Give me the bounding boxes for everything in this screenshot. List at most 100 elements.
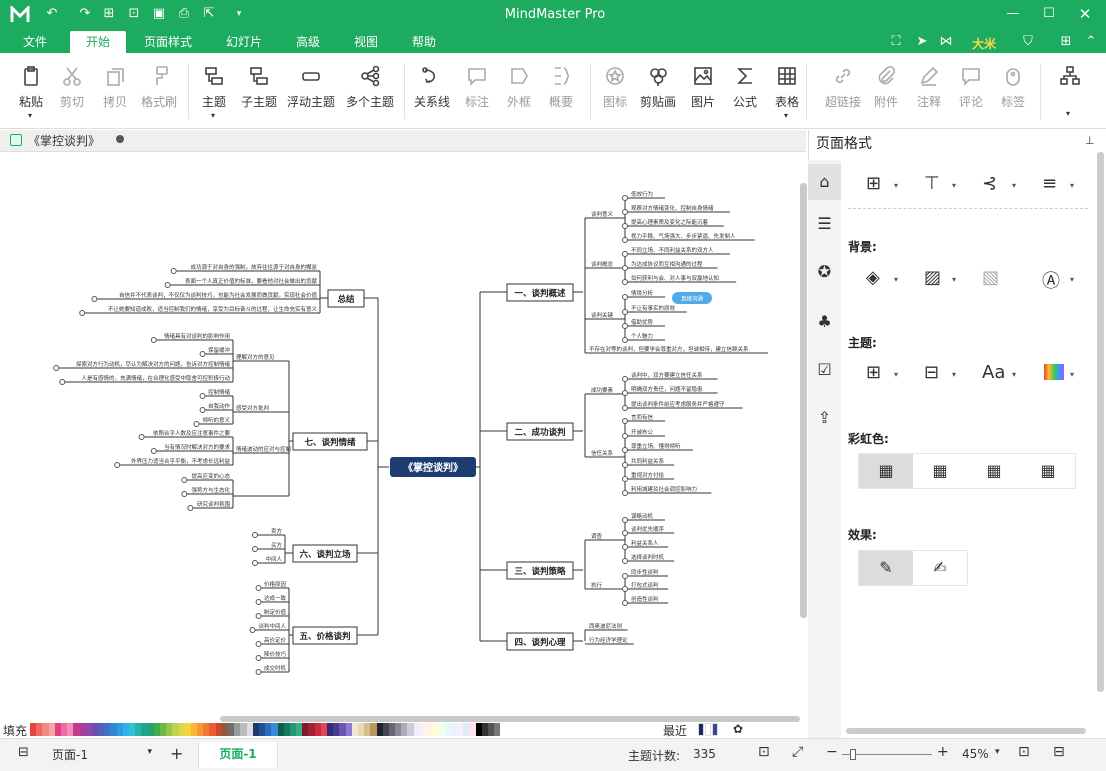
zoom-out-icon[interactable]: − — [826, 744, 838, 760]
collapse-toggle[interactable] — [91, 296, 98, 302]
layout-tree-icon[interactable]: ⊤ — [924, 173, 946, 195]
quick-access-more-icon[interactable]: ▾ — [231, 6, 247, 22]
zoom-slider[interactable] — [842, 749, 932, 760]
tag-button[interactable]: 标签 — [983, 61, 1043, 121]
fullscreen-status-icon[interactable]: ⊟ — [1053, 744, 1065, 760]
recent-color-swatch[interactable] — [698, 723, 704, 736]
menu-home[interactable]: 开始 — [70, 31, 126, 53]
collapse-toggle[interactable] — [622, 390, 628, 396]
bg-image-icon[interactable]: ▨ — [924, 267, 946, 289]
collapse-toggle[interactable] — [622, 447, 628, 453]
collapse-toggle[interactable] — [53, 365, 60, 371]
panel-hscrollbar[interactable] — [846, 728, 1086, 734]
effect-normal-icon[interactable]: ✎ — [859, 551, 913, 585]
collapse-toggle[interactable] — [59, 379, 66, 385]
collapse-toggle[interactable] — [170, 268, 177, 274]
bg-remove-image-icon[interactable]: ▧ — [982, 267, 1004, 289]
collapse-toggle[interactable] — [255, 585, 262, 591]
mindmap-canvas[interactable]: 《掌控谈判》 一、谈判概述 二、成功谈判 三、谈判策略 四、谈判心理 谈判意义 低效行为 观察… — [2, 152, 798, 716]
layout-grid-icon[interactable]: ⊞ — [866, 173, 888, 195]
collapse-toggle[interactable] — [622, 462, 628, 468]
recent-color-swatch[interactable] — [705, 723, 711, 736]
multiple-topics-button[interactable]: 多个主题 — [340, 61, 400, 121]
fit-window-icon[interactable]: ⊡ — [1018, 744, 1030, 760]
user-name[interactable]: 大米 — [972, 35, 996, 52]
menu-page-style[interactable]: 页面样式 — [136, 31, 200, 53]
collapse-toggle[interactable] — [181, 477, 188, 483]
vertical-scrollbar[interactable] — [800, 183, 807, 618]
menu-slides[interactable]: 幻灯片 — [216, 31, 272, 53]
collapse-toggle[interactable] — [255, 613, 262, 619]
collapse-ribbon-icon[interactable]: ⌃ — [1083, 34, 1099, 50]
collapse-toggle[interactable] — [187, 505, 194, 511]
bg-fill-icon[interactable]: ◈ — [866, 267, 888, 289]
collapse-toggle[interactable] — [622, 405, 628, 411]
zoom-in-icon[interactable]: + — [937, 744, 949, 760]
document-tab[interactable]: 《掌控谈判》 — [28, 132, 138, 150]
recent-color-swatch[interactable] — [712, 723, 718, 736]
sidebar-export-icon[interactable]: ⇪ — [808, 408, 841, 438]
collapse-toggle[interactable] — [622, 517, 628, 523]
rainbow-option-1[interactable]: ▦ — [859, 454, 913, 488]
sidebar-clipart-icon[interactable]: ♣ — [808, 312, 841, 342]
layout-button[interactable]: ▾ — [1050, 61, 1090, 121]
collapse-toggle[interactable] — [79, 310, 86, 316]
collapse-toggle[interactable] — [255, 641, 262, 647]
format-painter-button[interactable]: 格式刷 — [129, 61, 189, 121]
menu-view[interactable]: 视图 — [344, 31, 388, 53]
collapse-toggle[interactable] — [622, 586, 628, 592]
redo-icon[interactable]: ↷ — [77, 6, 93, 22]
collapse-toggle[interactable] — [622, 265, 628, 271]
collapse-toggle[interactable] — [255, 669, 262, 675]
minimize-icon[interactable]: — — [1005, 6, 1021, 22]
sidebar-task-icon[interactable]: ☑ — [808, 360, 841, 390]
page-panel-icon[interactable]: ⊟ — [18, 745, 29, 760]
collapse-toggle[interactable] — [199, 351, 206, 357]
color-swatch[interactable] — [494, 723, 501, 736]
save-icon[interactable]: ▣ — [151, 6, 167, 22]
collapse-toggle[interactable] — [114, 462, 121, 468]
collapse-toggle[interactable] — [164, 282, 171, 288]
collapse-toggle[interactable] — [252, 560, 258, 566]
collapse-toggle[interactable] — [622, 209, 628, 215]
collapse-toggle[interactable] — [252, 532, 258, 538]
collapse-toggle[interactable] — [193, 421, 200, 427]
collapse-toggle[interactable] — [622, 530, 628, 536]
collapse-toggle[interactable] — [199, 393, 206, 399]
open-icon[interactable]: ⊡ — [126, 6, 142, 22]
zoom-slider-handle[interactable] — [850, 749, 856, 760]
menu-file[interactable]: 文件 — [14, 31, 56, 53]
connector-icon[interactable]: ⊰ — [982, 173, 1004, 195]
collapse-toggle[interactable] — [622, 251, 628, 257]
collapse-toggle[interactable] — [150, 337, 157, 343]
add-page-icon[interactable]: + — [170, 744, 183, 763]
menu-advanced[interactable]: 高级 — [286, 31, 330, 53]
collapse-toggle[interactable] — [622, 376, 628, 382]
new-icon[interactable]: ⊞ — [101, 6, 117, 22]
undo-icon[interactable]: ↶ — [44, 6, 60, 22]
table-button[interactable]: 表格 ▾ — [757, 61, 817, 121]
theme-layout-icon[interactable]: ⊞ — [866, 362, 888, 384]
collapse-toggle[interactable] — [622, 558, 628, 564]
rainbow-option-2[interactable]: ▦ — [913, 454, 967, 488]
collapse-toggle[interactable] — [622, 418, 628, 424]
print-icon[interactable]: ⎙ — [176, 6, 192, 22]
collapse-toggle[interactable] — [252, 546, 258, 552]
pin-icon[interactable]: ⊥ — [1085, 134, 1095, 147]
collapse-toggle[interactable] — [622, 600, 628, 606]
sidebar-icons-icon[interactable]: ✪ — [808, 262, 841, 292]
export-icon[interactable]: ⇱ — [201, 6, 217, 22]
theme-shirt-icon[interactable]: ⛉ — [1020, 34, 1036, 50]
rainbow-option-4[interactable]: ▦ — [1021, 454, 1075, 488]
page-tab[interactable]: 页面-1 — [198, 742, 278, 768]
collapse-toggle[interactable] — [138, 434, 145, 440]
collapse-toggle[interactable] — [255, 599, 262, 605]
close-icon[interactable]: ✕ — [1077, 6, 1093, 22]
palette-picker-icon[interactable]: ✿ — [733, 722, 743, 736]
unsaved-dot-icon[interactable] — [116, 135, 124, 143]
collapse-toggle[interactable] — [150, 448, 157, 454]
rainbow-option-3[interactable]: ▦ — [967, 454, 1021, 488]
send-icon[interactable]: ➤ — [914, 34, 930, 50]
collapse-toggle[interactable] — [622, 323, 628, 329]
maximize-icon[interactable]: ☐ — [1041, 6, 1057, 22]
